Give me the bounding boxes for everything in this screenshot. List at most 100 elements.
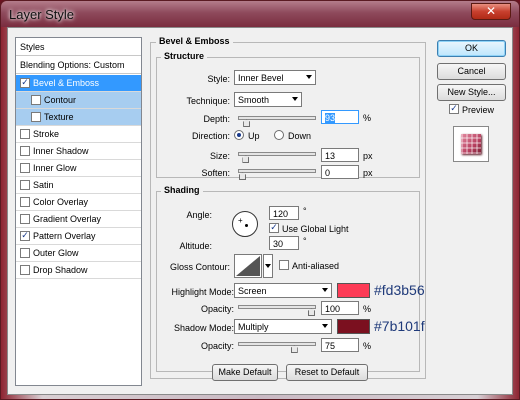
depth-input[interactable]: 93 bbox=[321, 110, 359, 124]
soften-input[interactable]: 0 bbox=[321, 165, 359, 179]
altitude-input[interactable]: 30 bbox=[269, 236, 299, 250]
shadow-opacity-input[interactable]: 75 bbox=[321, 338, 359, 352]
texture-checkbox[interactable] bbox=[31, 112, 41, 122]
style-item-contour[interactable]: Contour bbox=[16, 92, 141, 109]
structure-title: Structure bbox=[161, 51, 208, 61]
angle-dial[interactable]: + bbox=[232, 211, 258, 237]
preview-checkbox[interactable]: ✓ bbox=[449, 104, 459, 114]
style-item-texture[interactable]: Texture bbox=[16, 109, 141, 126]
highlight-color-swatch[interactable] bbox=[337, 283, 370, 298]
chevron-down-icon bbox=[292, 97, 298, 101]
crosshair-icon: + bbox=[238, 216, 243, 225]
dial-center-icon bbox=[245, 224, 248, 227]
pattern-overlay-checkbox[interactable]: ✓ bbox=[20, 231, 30, 241]
use-global-light-checkbox[interactable]: ✓ bbox=[269, 223, 279, 233]
close-button[interactable]: ✕ bbox=[471, 3, 511, 20]
highlight-hex-annotation: #fd3b56 bbox=[374, 282, 425, 298]
soften-slider[interactable] bbox=[238, 169, 316, 180]
reset-to-default-button[interactable]: Reset to Default bbox=[286, 364, 368, 381]
altitude-value: 30 bbox=[273, 239, 284, 249]
cancel-button[interactable]: Cancel bbox=[437, 63, 506, 80]
satin-checkbox[interactable] bbox=[20, 180, 30, 190]
shadow-opacity-slider[interactable] bbox=[238, 342, 316, 353]
style-item-satin[interactable]: Satin bbox=[16, 177, 141, 194]
inner-glow-checkbox[interactable] bbox=[20, 163, 30, 173]
shadow-hex-annotation: #7b101f bbox=[374, 318, 425, 334]
gloss-contour-picker[interactable] bbox=[234, 254, 262, 278]
shadow-mode-dropdown[interactable]: Multiply bbox=[234, 319, 332, 334]
ok-button[interactable]: OK bbox=[437, 40, 506, 57]
gloss-contour-dropdown[interactable] bbox=[263, 254, 273, 278]
angle-input[interactable]: 120 bbox=[269, 206, 299, 220]
altitude-degree: ° bbox=[303, 236, 307, 246]
style-item-label: Outer Glow bbox=[33, 248, 79, 258]
depth-slider[interactable] bbox=[238, 116, 316, 127]
size-slider[interactable] bbox=[238, 152, 316, 163]
highlight-mode-dropdown[interactable]: Screen bbox=[234, 283, 332, 298]
direction-down-radio[interactable] bbox=[274, 130, 284, 140]
gradient-overlay-checkbox[interactable] bbox=[20, 214, 30, 224]
depth-value: 93 bbox=[325, 113, 336, 123]
technique-value: Smooth bbox=[238, 95, 270, 105]
style-item-label: Texture bbox=[44, 112, 74, 122]
bevel-style-value: Inner Bevel bbox=[238, 73, 284, 83]
inner-shadow-checkbox[interactable] bbox=[20, 146, 30, 156]
size-unit: px bbox=[363, 151, 373, 161]
preview-swatch bbox=[461, 134, 481, 154]
style-item-inner-glow[interactable]: Inner Glow bbox=[16, 160, 141, 177]
title-bar[interactable]: Layer Style ✕ bbox=[1, 1, 519, 27]
style-item-pattern-overlay[interactable]: ✓ Pattern Overlay bbox=[16, 228, 141, 245]
blending-options-item[interactable]: Blending Options: Custom bbox=[16, 56, 141, 74]
style-item-gradient-overlay[interactable]: Gradient Overlay bbox=[16, 211, 141, 228]
direction-up-label: Up bbox=[248, 131, 260, 141]
style-item-outer-glow[interactable]: Outer Glow bbox=[16, 245, 141, 262]
anti-aliased-checkbox[interactable] bbox=[279, 260, 289, 270]
bevel-emboss-checkbox[interactable]: ✓ bbox=[20, 78, 30, 88]
style-item-label: Gradient Overlay bbox=[33, 214, 102, 224]
size-label: Size: bbox=[209, 151, 230, 161]
chevron-down-icon bbox=[306, 75, 312, 79]
contour-checkbox[interactable] bbox=[31, 95, 41, 105]
highlight-mode-label: Highlight Mode: bbox=[171, 287, 234, 297]
style-item-bevel-emboss[interactable]: ✓ Bevel & Emboss bbox=[16, 75, 141, 92]
styles-header[interactable]: Styles bbox=[16, 38, 141, 56]
new-style-button[interactable]: New Style... bbox=[437, 84, 506, 101]
bevel-style-dropdown[interactable]: Inner Bevel bbox=[234, 70, 316, 85]
direction-label: Direction: bbox=[191, 131, 230, 141]
shadow-color-swatch[interactable] bbox=[337, 319, 370, 334]
make-default-button[interactable]: Make Default bbox=[212, 364, 278, 381]
technique-label: Technique: bbox=[186, 96, 230, 106]
outer-glow-checkbox[interactable] bbox=[20, 248, 30, 258]
gloss-contour-label: Gloss Contour: bbox=[169, 262, 230, 272]
style-item-label: Inner Shadow bbox=[33, 146, 89, 156]
direction-up-radio[interactable] bbox=[234, 130, 244, 140]
style-label: Style: bbox=[207, 74, 230, 84]
style-item-drop-shadow[interactable]: Drop Shadow bbox=[16, 262, 141, 279]
shading-title: Shading bbox=[161, 185, 203, 195]
bevel-emboss-title: Bevel & Emboss bbox=[156, 36, 233, 46]
style-item-label: Color Overlay bbox=[33, 197, 89, 207]
style-item-color-overlay[interactable]: Color Overlay bbox=[16, 194, 141, 211]
highlight-opacity-input[interactable]: 100 bbox=[321, 301, 359, 315]
shadow-opacity-label: Opacity: bbox=[200, 341, 234, 351]
technique-dropdown[interactable]: Smooth bbox=[234, 92, 302, 107]
style-item-label: Pattern Overlay bbox=[33, 231, 96, 241]
highlight-mode-value: Screen bbox=[238, 286, 267, 296]
direction-down-label: Down bbox=[288, 131, 312, 141]
style-item-inner-shadow[interactable]: Inner Shadow bbox=[16, 143, 141, 160]
size-input[interactable]: 13 bbox=[321, 148, 359, 162]
chevron-down-icon bbox=[322, 324, 328, 328]
stroke-checkbox[interactable] bbox=[20, 129, 30, 139]
style-item-stroke[interactable]: Stroke bbox=[16, 126, 141, 143]
drop-shadow-checkbox[interactable] bbox=[20, 265, 30, 275]
window-title: Layer Style bbox=[9, 7, 75, 22]
size-value: 13 bbox=[325, 151, 336, 161]
color-overlay-checkbox[interactable] bbox=[20, 197, 30, 207]
preview-label: Preview bbox=[462, 105, 495, 115]
depth-label: Depth: bbox=[203, 114, 230, 124]
highlight-opacity-slider[interactable] bbox=[238, 305, 316, 316]
style-preview-thumbnail bbox=[453, 126, 489, 162]
highlight-opacity-label: Opacity: bbox=[200, 304, 234, 314]
angle-label: Angle: bbox=[186, 210, 212, 220]
layer-style-window: Layer Style ✕ Styles Blending Options: C… bbox=[0, 0, 520, 400]
